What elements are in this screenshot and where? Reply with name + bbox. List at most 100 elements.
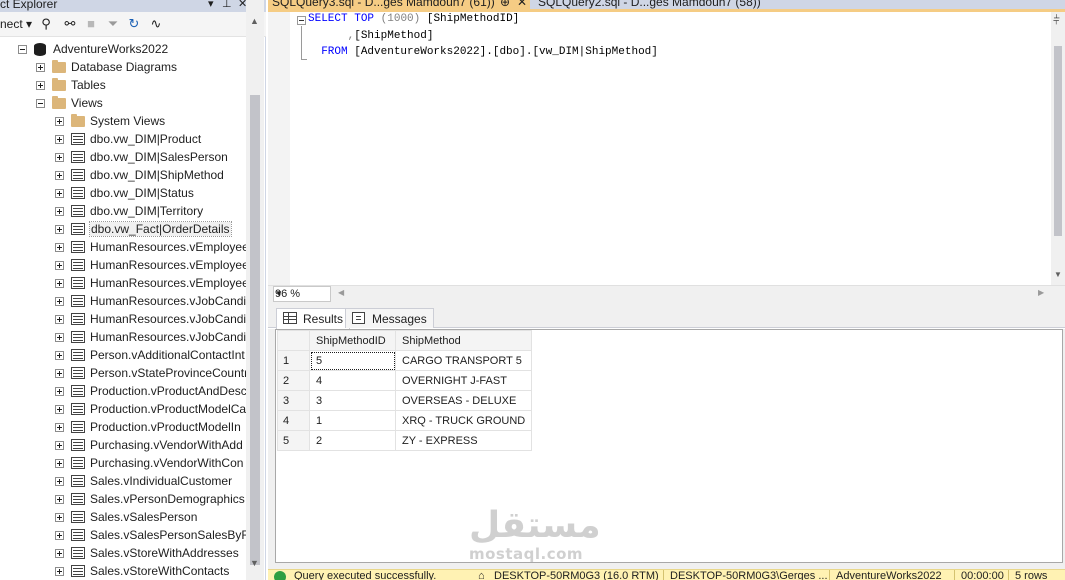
table-row[interactable]: 3 3 OVERSEAS - DELUXE xyxy=(277,390,533,411)
dropdown-icon[interactable]: ▾ xyxy=(208,0,214,10)
tab-messages[interactable]: Messages xyxy=(345,308,434,328)
row-number[interactable]: 5 xyxy=(277,430,310,451)
tree-node[interactable]: Person.vAdditionalContactInt xyxy=(0,346,246,364)
results-grid[interactable]: ShipMethodID ShipMethod 1 5 CARGO TRANSPOR… xyxy=(277,330,533,451)
expand-icon[interactable] xyxy=(36,63,45,72)
tree-node[interactable]: Purchasing.vVendorWithAdd xyxy=(0,436,246,454)
expand-icon[interactable] xyxy=(55,495,64,504)
tree-node[interactable]: dbo.vw_DIM|Status xyxy=(0,184,246,202)
cell-shipmethod[interactable]: ZY - EXPRESS xyxy=(394,430,533,451)
tree-node[interactable]: Sales.vStoreWithAddresses xyxy=(0,544,246,562)
cell-shipmethod[interactable]: OVERNIGHT J-FAST xyxy=(394,370,533,391)
row-number[interactable]: 4 xyxy=(277,410,310,431)
tab-sqlquery2[interactable]: SQLQuery2.sql - D...ges Mamdouh7 (58)) xyxy=(534,0,765,9)
tree-node[interactable]: HumanResources.vJobCandic xyxy=(0,328,246,346)
split-window-button[interactable]: ⫩ xyxy=(1051,12,1065,32)
cell-shipmethodid[interactable]: 2 xyxy=(309,430,396,451)
tree-node[interactable]: Database Diagrams xyxy=(0,58,246,76)
expand-icon[interactable] xyxy=(55,441,64,450)
tab-sqlquery3[interactable]: SQLQuery3.sql - D...ges Mamdouh7 (61)) ⊕… xyxy=(268,0,530,9)
cell-shipmethodid[interactable]: 5 xyxy=(309,350,396,371)
stop-icon[interactable]: ■ xyxy=(83,16,99,32)
expand-icon[interactable] xyxy=(36,81,45,90)
tree-node[interactable]: HumanResources.vJobCandic xyxy=(0,292,246,310)
tree-node[interactable]: HumanResources.vEmployee xyxy=(0,238,246,256)
table-row[interactable]: 5 2 ZY - EXPRESS xyxy=(277,430,533,451)
tree-node[interactable]: dbo.vw_DIM|Territory xyxy=(0,202,246,220)
tree-node[interactable]: Person.vStateProvinceCountr xyxy=(0,364,246,382)
scroll-down-arrow-icon[interactable]: ▼ xyxy=(250,558,259,568)
tree-node[interactable]: Production.vProductModelCa xyxy=(0,400,246,418)
row-number[interactable]: 2 xyxy=(277,370,310,391)
tree-node[interactable]: System Views xyxy=(0,112,246,130)
expand-icon[interactable] xyxy=(55,207,64,216)
scroll-left-arrow-icon[interactable]: ◀ xyxy=(338,288,344,297)
pin-icon[interactable]: ⊕ xyxy=(500,0,510,9)
expand-icon[interactable] xyxy=(55,135,64,144)
expand-icon[interactable] xyxy=(55,279,64,288)
cell-shipmethod[interactable]: OVERSEAS - DELUXE xyxy=(394,390,533,411)
scrollbar-thumb[interactable] xyxy=(1054,46,1062,236)
expand-icon[interactable] xyxy=(55,171,64,180)
cell-shipmethodid[interactable]: 3 xyxy=(309,390,396,411)
expand-icon[interactable] xyxy=(55,333,64,342)
disconnect-icon[interactable]: ⚯ xyxy=(62,16,78,32)
tree-node[interactable]: AdventureWorks2022 xyxy=(0,40,246,58)
tree-node[interactable]: dbo.vw_DIM|Product xyxy=(0,130,246,148)
collapse-icon[interactable] xyxy=(36,99,45,108)
column-header-shipmethod[interactable]: ShipMethod xyxy=(394,330,533,351)
expand-icon[interactable] xyxy=(55,405,64,414)
tree-node[interactable]: Production.vProductAndDesc xyxy=(0,382,246,400)
tab-results[interactable]: Results xyxy=(276,308,351,329)
editor-vertical-scrollbar[interactable]: ▼ xyxy=(1051,12,1065,285)
expand-icon[interactable] xyxy=(55,315,64,324)
refresh-icon[interactable]: ↻ xyxy=(126,16,142,32)
expand-icon[interactable] xyxy=(55,423,64,432)
tree-node[interactable]: Sales.vSalesPerson xyxy=(0,508,246,526)
close-tab-icon[interactable]: ✕ xyxy=(517,0,527,9)
code-line-3[interactable]: FROM [AdventureWorks2022].[dbo].[vw_DIM|… xyxy=(308,46,658,58)
expand-icon[interactable] xyxy=(55,567,64,576)
scroll-down-arrow-icon[interactable]: ▼ xyxy=(1054,270,1062,279)
tree-node[interactable]: Tables xyxy=(0,76,246,94)
tree-node[interactable]: Views xyxy=(0,94,246,112)
tree-node[interactable]: HumanResources.vEmployee xyxy=(0,274,246,292)
tree-node[interactable]: dbo.vw_DIM|SalesPerson xyxy=(0,148,246,166)
expand-icon[interactable] xyxy=(55,549,64,558)
expand-icon[interactable] xyxy=(55,225,64,234)
expand-icon[interactable] xyxy=(55,369,64,378)
collapse-icon[interactable] xyxy=(18,45,27,54)
collapse-outline-icon[interactable] xyxy=(297,16,306,25)
code-line-1[interactable]: SELECT TOP (1000) [ShipMethodID] xyxy=(308,13,519,25)
cell-shipmethod[interactable]: CARGO TRANSPORT 5 xyxy=(394,350,533,371)
pin-icon[interactable]: ⊥ xyxy=(222,0,232,10)
tree-node[interactable]: Sales.vPersonDemographics xyxy=(0,490,246,508)
expand-icon[interactable] xyxy=(55,387,64,396)
activity-monitor-icon[interactable]: ∿ xyxy=(148,16,164,32)
expand-icon[interactable] xyxy=(55,117,64,126)
expand-icon[interactable] xyxy=(55,261,64,270)
tree-node[interactable]: Purchasing.vVendorWithCon xyxy=(0,454,246,472)
scroll-up-arrow-icon[interactable]: ▲ xyxy=(250,16,259,26)
scroll-right-arrow-icon[interactable]: ▶ xyxy=(1038,288,1044,297)
expand-icon[interactable] xyxy=(55,513,64,522)
tree-node[interactable]: HumanResources.vEmployee xyxy=(0,256,246,274)
expand-icon[interactable] xyxy=(55,351,64,360)
cell-shipmethodid[interactable]: 4 xyxy=(309,370,396,391)
expand-icon[interactable] xyxy=(55,243,64,252)
connect-button[interactable]: nect ▾ xyxy=(0,17,32,31)
filter-icon[interactable]: ⏷ xyxy=(105,16,121,32)
row-number-header[interactable] xyxy=(277,330,310,351)
object-explorer-scrollbar[interactable]: ▲ ▼ xyxy=(246,0,264,580)
expand-icon[interactable] xyxy=(55,189,64,198)
connect-plug-icon[interactable]: ⚲ xyxy=(38,16,54,32)
cell-shipmethodid[interactable]: 1 xyxy=(309,410,396,431)
table-row[interactable]: 1 5 CARGO TRANSPORT 5 xyxy=(277,350,533,371)
tree-node[interactable]: Sales.vIndividualCustomer xyxy=(0,472,246,490)
row-number[interactable]: 3 xyxy=(277,390,310,411)
expand-icon[interactable] xyxy=(55,531,64,540)
tree-node[interactable]: Sales.vSalesPersonSalesByFisc xyxy=(0,526,246,544)
row-number[interactable]: 1 xyxy=(277,350,310,371)
tree-node[interactable]: HumanResources.vJobCandic xyxy=(0,310,246,328)
tree-node[interactable]: Production.vProductModelIn xyxy=(0,418,246,436)
